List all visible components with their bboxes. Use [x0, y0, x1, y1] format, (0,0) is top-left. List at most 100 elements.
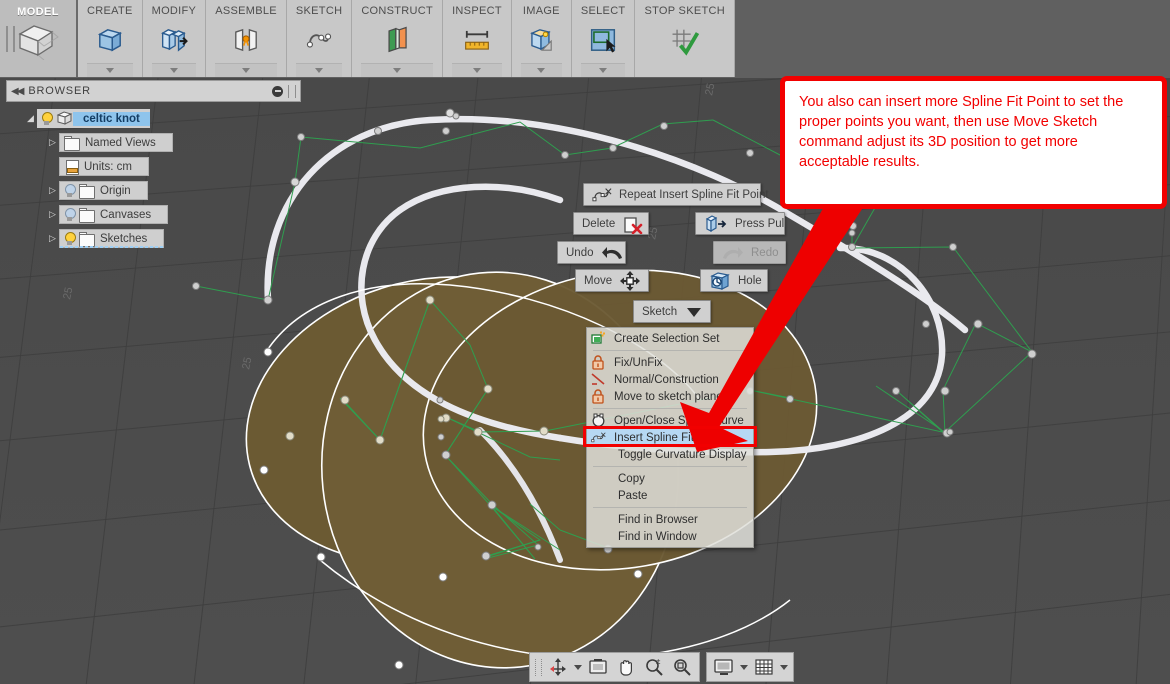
units-document-icon: [64, 159, 79, 175]
browser-item-pill[interactable]: Sketches: [59, 229, 165, 248]
context-menu-item-label: Find in Browser: [618, 513, 698, 526]
marking-menu-delete[interactable]: Delete: [573, 212, 649, 235]
ribbon-tab-icon-wrap[interactable]: [586, 17, 620, 63]
context-menu-item-find-in-browser[interactable]: Find in Browser: [587, 511, 753, 528]
ribbon-tab-dropdown[interactable]: [580, 63, 626, 77]
ribbon-tab-assemble[interactable]: ASSEMBLE: [206, 0, 287, 77]
context-menu-item-fix-unfix[interactable]: Fix/UnFix: [587, 354, 753, 371]
marking-menu-press-pull[interactable]: Press Pull: [695, 212, 787, 235]
context-menu-item-icon: [591, 355, 607, 370]
ribbon-tab-icon-wrap[interactable]: [524, 17, 558, 63]
browser-tree-item[interactable]: ▷ Origin: [46, 181, 301, 200]
browser-item-pill[interactable]: Canvases: [59, 205, 169, 224]
tree-collapse-icon[interactable]: ▷: [46, 137, 59, 148]
ribbon-tab-sketch[interactable]: SKETCH: [286, 0, 353, 77]
tree-collapse-icon[interactable]: ▷: [46, 233, 59, 244]
browser-item-pill[interactable]: celtic knot: [37, 109, 150, 128]
light-bulb-icon[interactable]: [39, 111, 54, 126]
context-menu-item-icon: [591, 331, 607, 346]
ribbon-tab-dropdown[interactable]: [87, 63, 133, 77]
chevron-down-icon[interactable]: [574, 664, 582, 670]
circle-minus-icon[interactable]: [272, 85, 283, 97]
marking-menu-undo[interactable]: Undo: [557, 241, 626, 264]
chevron-down-icon[interactable]: [780, 664, 788, 670]
ribbon-tab-modify[interactable]: MODIFY: [142, 0, 207, 77]
context-menu-item-paste[interactable]: Paste: [587, 487, 753, 504]
light-bulb-icon[interactable]: [62, 207, 77, 222]
ribbon-tab-image[interactable]: IMAGE: [511, 0, 572, 77]
toolbar-grip[interactable]: [535, 658, 542, 676]
ribbon-tab-dropdown[interactable]: [151, 63, 197, 77]
ribbon-tab-stop-sketch[interactable]: STOP SKETCH: [635, 0, 735, 77]
context-menu-item-icon: [591, 372, 607, 387]
panel-resize-grip[interactable]: [288, 84, 296, 98]
zoom-plusminus-icon[interactable]: ±: [642, 655, 666, 679]
light-bulb-icon[interactable]: [62, 231, 77, 246]
ribbon-tab-select[interactable]: SELECT: [571, 0, 636, 77]
tree-collapse-icon[interactable]: ▷: [46, 209, 59, 220]
context-menu-item-normal-construction[interactable]: Normal/Construction: [587, 371, 753, 388]
ribbon-tab-label: INSPECT: [452, 5, 502, 17]
chevron-down-icon[interactable]: [740, 664, 748, 670]
ribbon-tab-dropdown[interactable]: [215, 63, 277, 77]
ribbon-tab-icon-wrap[interactable]: [229, 17, 263, 63]
browser-item-pill[interactable]: Units: cm: [59, 157, 149, 176]
marking-menu-hole[interactable]: Hole: [700, 269, 768, 292]
annotation-callout: You also can insert more Spline Fit Poin…: [780, 76, 1167, 209]
context-menu-item-label: Paste: [618, 489, 648, 502]
context-menu-item-toggle-curvature-display[interactable]: Toggle Curvature Display: [587, 446, 753, 463]
browser-tree-item[interactable]: ▷ Canvases: [46, 205, 301, 224]
light-bulb-icon[interactable]: [62, 183, 77, 198]
double-left-chevron-icon[interactable]: ◀◀: [11, 86, 24, 97]
browser-item-pill[interactable]: Origin: [59, 181, 148, 200]
context-menu-item-move-to-sketch-plane[interactable]: Move to sketch plane: [587, 388, 753, 405]
marking-menu-move[interactable]: Move: [575, 269, 649, 292]
ribbon-tab-dropdown[interactable]: [361, 63, 434, 77]
lock-icon: [591, 389, 605, 404]
tree-collapse-icon[interactable]: ▷: [46, 185, 59, 196]
context-menu-item-create-selection-set[interactable]: Create Selection Set: [587, 330, 753, 347]
context-menu-item-copy[interactable]: Copy: [587, 470, 753, 487]
context-menu-item-label: Normal/Construction: [614, 373, 719, 386]
workspace-switcher-model[interactable]: MODEL: [0, 0, 78, 77]
browser-header[interactable]: ◀◀ BROWSER: [6, 80, 301, 102]
tree-expand-icon[interactable]: ◢: [24, 113, 37, 124]
browser-item-label: Origin: [100, 184, 131, 197]
orbit-icon[interactable]: [546, 655, 570, 679]
chevron-down-icon: [537, 68, 546, 73]
browser-item-pill[interactable]: Named Views: [59, 133, 173, 152]
ribbon-tab-icon-wrap[interactable]: [157, 17, 191, 63]
marking-menu-sketch[interactable]: Sketch: [633, 300, 711, 323]
marking-menu-label: Hole: [738, 274, 762, 287]
marking-menu-label: Sketch: [642, 305, 678, 318]
ribbon-tab-icon-wrap[interactable]: [380, 17, 414, 63]
marking-menu-repeat-insert-spline-fit-point[interactable]: Repeat Insert Spline Fit Point: [583, 183, 769, 206]
grid-snap-icon[interactable]: [752, 655, 776, 679]
context-menu-item-find-in-window[interactable]: Find in Window: [587, 528, 753, 545]
context-menu-item-insert-spline-fit-point[interactable]: Insert Spline Fit Point: [587, 429, 753, 446]
ribbon-tab-icon-wrap[interactable]: [460, 17, 494, 63]
ribbon-tab-create[interactable]: CREATE: [78, 0, 143, 77]
browser-tree-item[interactable]: ▷ Sketches: [46, 229, 301, 248]
ribbon-tab-icon-wrap[interactable]: [302, 17, 336, 63]
ribbon-tab-dropdown[interactable]: [520, 63, 562, 77]
lock-icon: [591, 355, 605, 370]
pan-display-icon[interactable]: [586, 655, 610, 679]
ribbon-tab-dropdown[interactable]: [452, 63, 502, 77]
context-menu-item-label: Find in Window: [618, 530, 697, 543]
hand-pan-icon[interactable]: [614, 655, 638, 679]
ribbon-tab-icon-wrap[interactable]: [668, 17, 702, 64]
context-menu-item-open-close-spline-curve[interactable]: Open/Close Spline Curve: [587, 412, 753, 429]
toolbar-grip[interactable]: [6, 26, 15, 52]
navigation-toolbar: ±: [529, 652, 794, 682]
ribbon-tab-construct[interactable]: CONSTRUCT: [352, 0, 444, 77]
ribbon-tab-dropdown[interactable]: [295, 63, 343, 77]
zoom-fit-icon[interactable]: [670, 655, 694, 679]
browser-tree-item[interactable]: ◢ celtic knot: [24, 109, 301, 128]
ribbon-tab-inspect[interactable]: INSPECT: [443, 0, 512, 77]
ribbon-tab-icon-wrap[interactable]: [93, 17, 127, 63]
browser-tree-item[interactable]: ▷ Named Views: [46, 133, 301, 152]
display-settings-icon[interactable]: [712, 655, 736, 679]
browser-tree-item[interactable]: Units: cm: [46, 157, 301, 176]
spline-curve-icon: [302, 23, 336, 57]
